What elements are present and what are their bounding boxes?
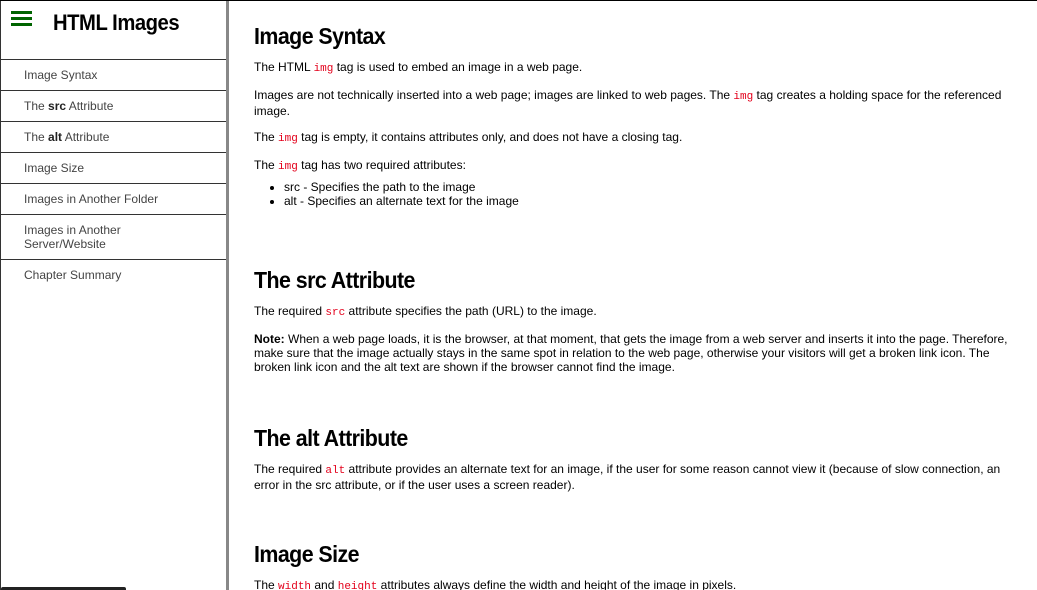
sidebar-item-images-another-server[interactable]: Images in Another Server/Website (1, 215, 226, 260)
app-window: HTML Images Image Syntax The src Attribu… (0, 0, 1037, 590)
note-paragraph: Note: When a web page loads, it is the b… (254, 332, 1008, 374)
sidebar-item-label: Attribute (66, 99, 114, 113)
section-image-size: Image Size The width and height attribut… (254, 540, 1011, 590)
sidebar-item-label: Images in Another Server/Website (24, 223, 121, 251)
code-snippet: alt (325, 465, 346, 477)
paragraph: The required src attribute specifies the… (254, 304, 597, 319)
section-title: The alt Attribute (254, 425, 408, 451)
sidebar-item-chapter-summary[interactable]: Chapter Summary (1, 260, 226, 290)
section-src-attribute: The src Attribute The required src attri… (254, 266, 1011, 374)
hamburger-menu-icon[interactable] (11, 11, 32, 26)
main-content: Image Syntax The HTML img tag is used to… (229, 1, 1037, 590)
paragraph: The required alt attribute provides an a… (254, 462, 1001, 492)
code-snippet: img (313, 63, 334, 75)
attribute-list: src - Specifies the path to the image al… (254, 180, 1011, 208)
sidebar-item-images-another-folder[interactable]: Images in Another Folder (1, 184, 226, 215)
section-title: Image Syntax (254, 23, 386, 49)
sidebar-item-label: Attribute (62, 130, 110, 144)
sidebar-item-label: Chapter Summary (24, 268, 122, 282)
sidebar-nav: Image Syntax The src Attribute The alt A… (1, 60, 226, 290)
code-snippet: src (325, 307, 346, 319)
code-snippet: img (278, 133, 298, 145)
sidebar-item-src-attribute[interactable]: The src Attribute (1, 91, 226, 122)
sidebar-item-alt-attribute[interactable]: The alt Attribute (1, 122, 226, 153)
sidebar-item-label: Images in Another Folder (24, 192, 159, 206)
sidebar-header: HTML Images (1, 1, 226, 60)
sidebar-item-label: The (24, 99, 49, 113)
list-item: alt - Specifies an alternate text for th… (284, 194, 1011, 208)
section-alt-attribute: The alt Attribute The required alt attri… (254, 424, 1011, 492)
paragraph: The img tag has two required attributes: (254, 158, 466, 173)
sidebar-item-label: Image Syntax (24, 68, 98, 82)
note-label: Note: (254, 332, 285, 346)
sidebar-item-label: The (24, 130, 49, 144)
paragraph: Images are not technically inserted into… (254, 88, 1002, 118)
paragraph: The width and height attributes always d… (254, 578, 1011, 590)
paragraph: The img tag is empty, it contains attrib… (254, 130, 683, 145)
code-snippet: img (278, 161, 298, 173)
paragraph: The HTML img tag is used to embed an ima… (254, 60, 583, 75)
sidebar-item-image-syntax[interactable]: Image Syntax (1, 60, 226, 91)
section-title: Image Size (254, 541, 360, 567)
section-image-syntax: Image Syntax The HTML img tag is used to… (254, 22, 1011, 208)
code-snippet: width (278, 581, 312, 590)
sidebar-item-image-size[interactable]: Image Size (1, 153, 226, 184)
sidebar-item-keyword: alt (48, 130, 63, 144)
sidebar: HTML Images Image Syntax The src Attribu… (0, 1, 226, 590)
list-item: src - Specifies the path to the image (284, 180, 1011, 194)
code-snippet: img (733, 91, 754, 103)
code-snippet: height (337, 581, 378, 590)
section-title: The src Attribute (254, 267, 415, 293)
sidebar-item-keyword: src (48, 99, 67, 113)
sidebar-item-label: Image Size (24, 161, 85, 175)
sidebar-title: HTML Images (53, 10, 180, 35)
